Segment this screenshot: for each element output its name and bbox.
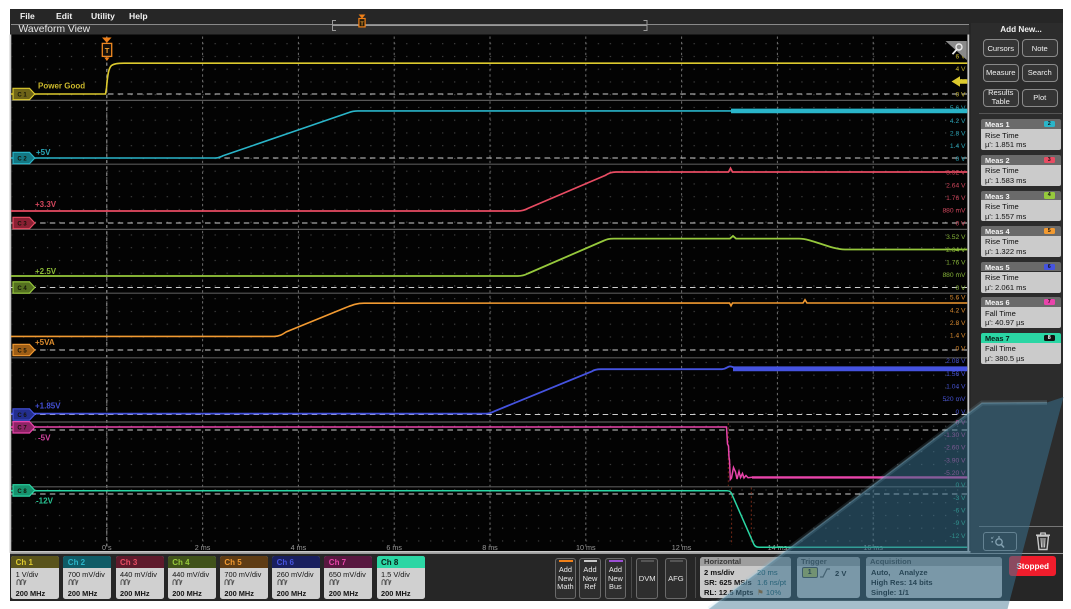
svg-text:0 V: 0 V [955, 345, 966, 352]
svg-text:C 3: C 3 [17, 221, 27, 227]
svg-text:0 V: 0 V [955, 419, 966, 426]
svg-text:0 V: 0 V [955, 482, 966, 489]
svg-text:0 V: 0 V [955, 156, 966, 163]
svg-text:4.2 V: 4.2 V [950, 118, 966, 125]
svg-text:8 ms: 8 ms [482, 543, 498, 552]
svg-text:2.08 V: 2.08 V [946, 358, 966, 365]
svg-text:0 V: 0 V [955, 285, 966, 292]
svg-text:520 mV: 520 mV [942, 396, 966, 403]
svg-text:-12V: -12V [36, 496, 54, 505]
svg-text:-6 V: -6 V [953, 508, 966, 515]
svg-text:880 mV: 880 mV [942, 272, 966, 279]
svg-text:+2.5V: +2.5V [35, 267, 57, 276]
svg-text:-3 V: -3 V [953, 495, 966, 502]
svg-text:Power Good: Power Good [38, 81, 85, 90]
svg-text:12 ms: 12 ms [672, 543, 692, 552]
svg-text:10 ms: 10 ms [576, 543, 596, 552]
svg-text:+5V: +5V [36, 148, 51, 157]
svg-text:1.04 V: 1.04 V [946, 384, 966, 391]
svg-text:0 V: 0 V [955, 409, 966, 416]
svg-text:C 5: C 5 [17, 348, 27, 354]
svg-text:2.64 V: 2.64 V [946, 182, 966, 189]
svg-text:1.4 V: 1.4 V [950, 143, 966, 150]
svg-text:2.64 V: 2.64 V [946, 247, 966, 254]
svg-text:+1.85V: +1.85V [35, 401, 61, 410]
svg-text:0 V: 0 V [955, 220, 966, 227]
svg-text:+3.3V: +3.3V [35, 200, 57, 209]
svg-text:-3.90 V: -3.90 V [944, 457, 966, 464]
svg-text:+5VA: +5VA [35, 338, 55, 347]
svg-text:-9 V: -9 V [953, 520, 966, 527]
svg-text:C 8: C 8 [17, 489, 27, 495]
svg-text:1.4 V: 1.4 V [950, 333, 966, 340]
svg-text:-1.30 V: -1.30 V [944, 432, 966, 439]
svg-text:C 4: C 4 [17, 286, 27, 292]
svg-text:C 7: C 7 [17, 426, 27, 432]
svg-text:-5.20 V: -5.20 V [944, 470, 966, 477]
svg-text:0 V: 0 V [955, 91, 966, 98]
svg-text:1.56 V: 1.56 V [946, 371, 966, 378]
svg-text:0 s: 0 s [102, 543, 112, 552]
svg-text:2.8 V: 2.8 V [950, 320, 966, 327]
svg-text:C 6: C 6 [17, 413, 27, 419]
svg-text:6 ms: 6 ms [386, 543, 402, 552]
svg-text:1.76 V: 1.76 V [946, 195, 966, 202]
svg-text:3.52 V: 3.52 V [946, 234, 966, 241]
svg-text:C 2: C 2 [17, 156, 27, 162]
svg-text:2.8 V: 2.8 V [950, 131, 966, 138]
svg-text:4.2 V: 4.2 V [950, 307, 966, 314]
svg-text:C 1: C 1 [17, 92, 27, 98]
svg-text:T: T [105, 46, 110, 55]
svg-text:4 V: 4 V [955, 66, 966, 73]
svg-text:-12 V: -12 V [950, 533, 967, 540]
svg-text:5.6 V: 5.6 V [950, 295, 966, 302]
svg-text:5.6 V: 5.6 V [950, 105, 966, 112]
svg-text:880 mV: 880 mV [942, 208, 966, 215]
svg-text:4 ms: 4 ms [291, 543, 307, 552]
svg-text:2 ms: 2 ms [195, 543, 211, 552]
svg-text:1.76 V: 1.76 V [946, 260, 966, 267]
svg-text:-5V: -5V [38, 433, 51, 442]
svg-text:-2.60 V: -2.60 V [944, 445, 966, 452]
svg-text:3.52 V: 3.52 V [946, 170, 966, 177]
